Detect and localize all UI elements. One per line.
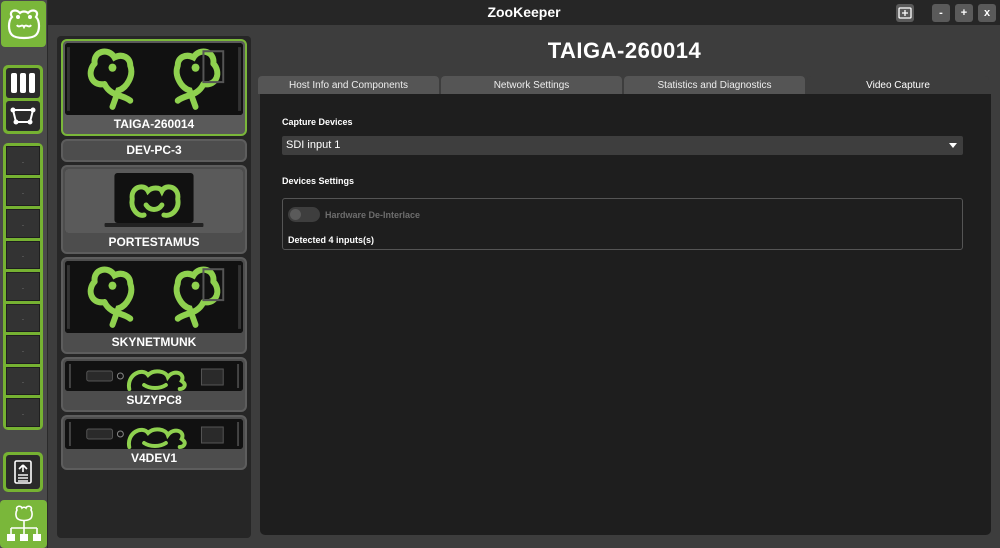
video-capture-content: Capture Devices SDI input 1 Devices Sett… <box>260 94 991 535</box>
close-button[interactable]: x <box>978 4 996 22</box>
device-name: V4DEV1 <box>130 451 178 465</box>
rail-slot[interactable]: . <box>6 209 40 238</box>
tab-host-info[interactable]: Host Info and Components <box>258 76 439 94</box>
device-thumbnail <box>65 169 243 233</box>
node-graph-icon[interactable] <box>6 101 40 131</box>
device-card[interactable]: V4DEV1 <box>61 415 247 470</box>
device-card[interactable]: PORTESTAMUS <box>61 165 247 254</box>
toggle-knob <box>290 209 301 220</box>
capture-device-select[interactable]: SDI input 1 <box>282 136 963 155</box>
left-rail: ......... <box>0 0 48 548</box>
device-card[interactable]: TAIGA-260014 <box>61 39 247 136</box>
chevron-down-icon <box>949 143 957 148</box>
capture-devices-title: Capture Devices <box>282 117 353 127</box>
minimize-button[interactable]: - <box>932 4 950 22</box>
screen-capture-icon[interactable] <box>896 4 914 22</box>
rail-slot[interactable]: . <box>6 303 40 332</box>
app-window: ......... ZooKeeper - + x TAIGA-260014 D… <box>0 0 1000 548</box>
devices-settings-title: Devices Settings <box>282 176 355 186</box>
capture-select-value: SDI input 1 <box>286 139 341 151</box>
deinterlace-label: Hardware De-Interlace <box>325 210 421 220</box>
tab-statistics[interactable]: Statistics and Diagnostics <box>624 76 805 94</box>
device-name: PORTESTAMUS <box>108 235 200 249</box>
device-card[interactable]: SUZYPC8 <box>61 357 247 412</box>
view-switch-group <box>3 65 43 134</box>
upload-document-icon <box>6 455 40 489</box>
maximize-button[interactable]: + <box>955 4 973 22</box>
app-title: ZooKeeper <box>487 4 561 20</box>
device-card[interactable]: DEV-PC-3 <box>61 139 247 162</box>
device-list: TAIGA-260014 DEV-PC-3 PORTESTAMUS SKYNETM… <box>57 36 251 538</box>
rail-slot[interactable]: . <box>6 272 40 301</box>
device-thumbnail <box>65 43 243 115</box>
title-bar: ZooKeeper - + x <box>48 0 1000 25</box>
tab-network-settings[interactable]: Network Settings <box>441 76 622 94</box>
device-name: SUZYPC8 <box>126 393 182 407</box>
host-title: TAIGA-260014 <box>547 38 702 63</box>
device-thumbnail <box>65 261 243 333</box>
devices-settings-box: Hardware De-Interlace Detected 4 inputs(… <box>282 198 963 250</box>
device-card[interactable]: SKYNETMUNK <box>61 257 247 354</box>
tab-bar: Host Info and Components Network Setting… <box>258 76 991 94</box>
device-thumbnail <box>65 361 243 391</box>
rail-slot[interactable]: . <box>6 177 40 206</box>
tab-video-capture[interactable]: Video Capture <box>807 76 989 94</box>
device-name: SKYNETMUNK <box>111 335 197 349</box>
rail-slot[interactable]: . <box>6 335 40 364</box>
rail-slot[interactable]: . <box>6 146 40 175</box>
device-name: DEV-PC-3 <box>126 143 182 157</box>
slot-group: ......... <box>3 143 43 430</box>
device-thumbnail <box>65 419 243 449</box>
detected-inputs-text: Detected 4 inputs(s) <box>288 235 375 245</box>
frog-logo-icon[interactable] <box>1 1 46 47</box>
main-panel: TAIGA-260014 Host Info and Components Ne… <box>258 36 991 536</box>
rail-slot[interactable]: . <box>6 398 40 427</box>
upload-button[interactable] <box>3 452 43 492</box>
network-tree-icon[interactable] <box>0 500 47 548</box>
rail-slot[interactable]: . <box>6 366 40 395</box>
columns-view-icon[interactable] <box>6 68 40 98</box>
rail-slot[interactable]: . <box>6 240 40 269</box>
deinterlace-toggle[interactable] <box>288 207 320 222</box>
device-name: TAIGA-260014 <box>113 117 195 131</box>
